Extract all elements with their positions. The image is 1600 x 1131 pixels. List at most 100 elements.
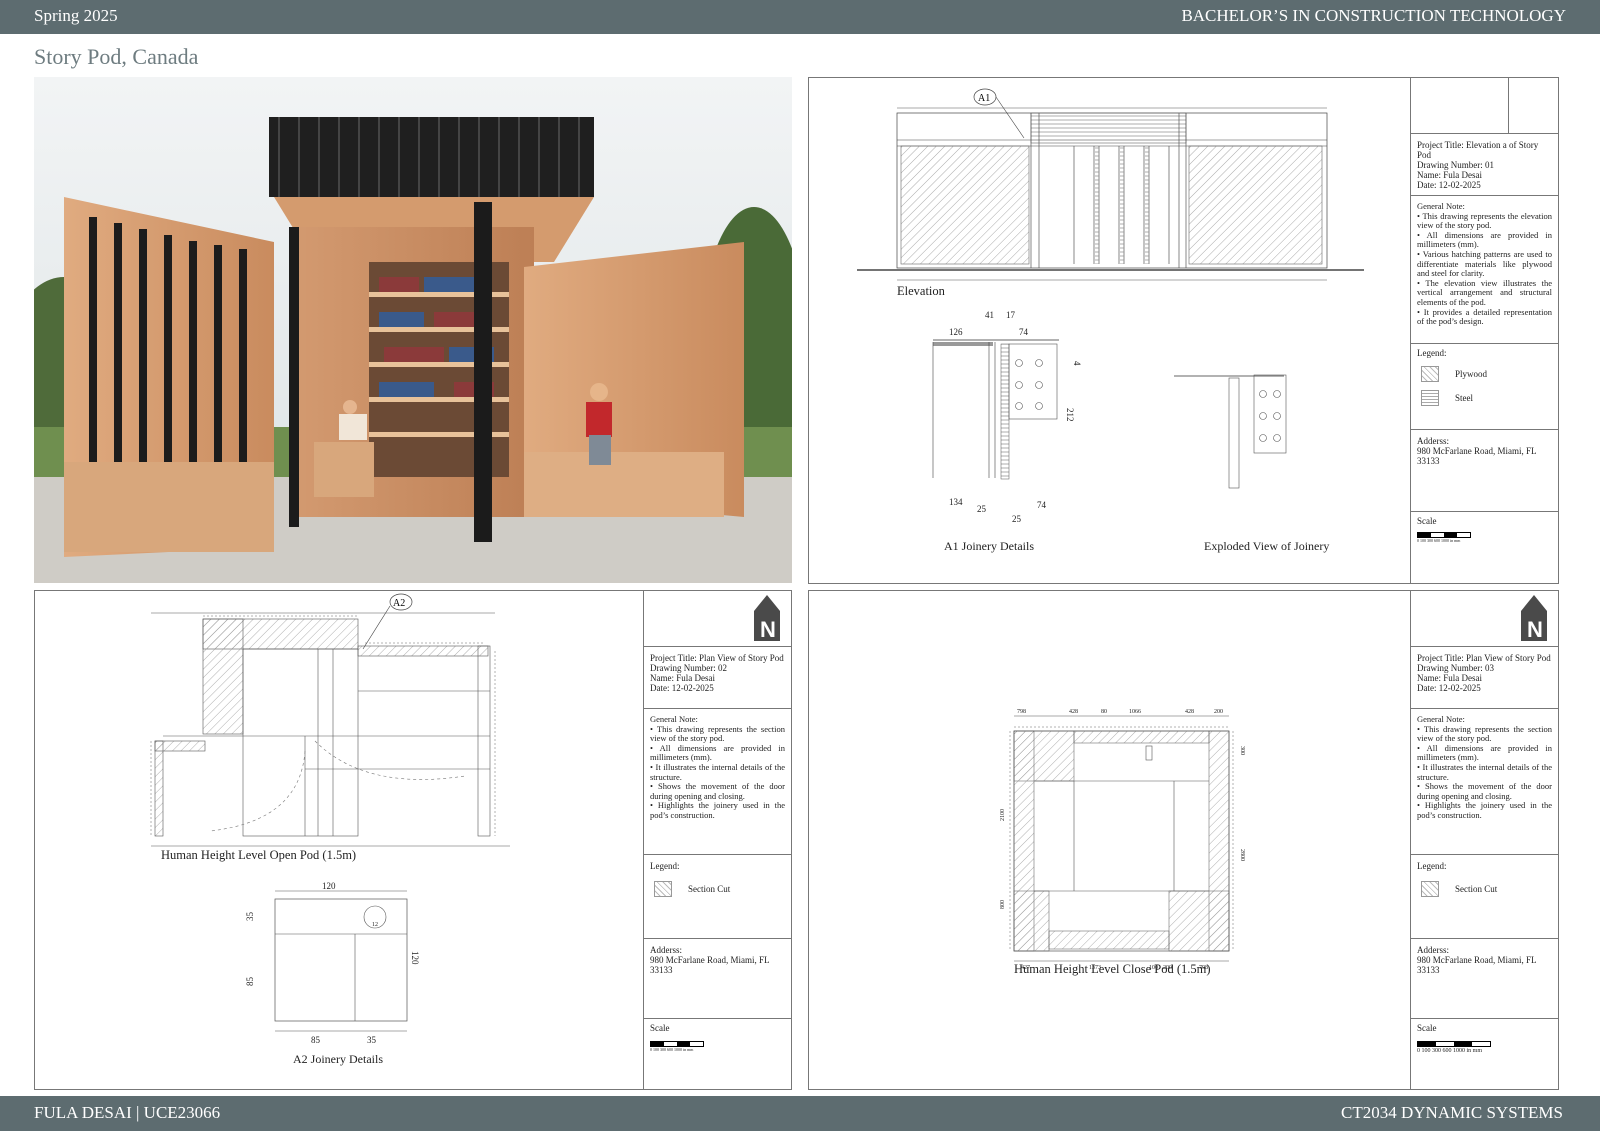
note-item: The elevation view illustrates the verti… (1417, 278, 1552, 308)
svg-text:N: N (1527, 617, 1543, 642)
scale-text: 0 100 300 600 1000 in mm (1417, 1048, 1483, 1054)
exploded-joinery-view (1174, 374, 1287, 489)
story-pod-photo (34, 77, 792, 583)
callout-a2: A2 (393, 598, 405, 609)
dim-top-1066: 1066 (1129, 709, 1141, 715)
a2-dim-35-left: 35 (245, 912, 255, 922)
address: 980 McFarlane Road, Miami, FL 33133 (1417, 955, 1537, 975)
dim-top-428-a: 428 (1069, 709, 1078, 715)
project-title: Project Title: Elevation a of Story Pod (1417, 140, 1539, 160)
address-label: Adderss: (1417, 436, 1449, 446)
address: 980 McFarlane Road, Miami, FL 33133 (650, 955, 770, 975)
student-id: FULA DESAI | UCE23066 (34, 1103, 221, 1122)
a2-dim-120-right: 120 (410, 951, 420, 965)
note-item: This drawing represents the section view… (1417, 724, 1552, 744)
dim-left-2100: 2100 (1000, 809, 1006, 821)
project-title: Project Title: Plan View of Story Pod (1417, 653, 1551, 663)
legend-section-cut: Section Cut (1455, 884, 1498, 894)
a2-dim-12: 12 (372, 922, 378, 928)
note-item: Highlights the joinery used in the pod’s… (1417, 800, 1552, 820)
note-item: All dimensions are provided in millimete… (650, 743, 785, 763)
titleblock-sheet1: Project Title: Elevation a of Story Pod … (1410, 78, 1558, 583)
address-label: Adderss: (650, 945, 682, 955)
section-cut-swatch (654, 881, 672, 897)
elevation-drawing: A1 126 41 17 74 4 212 134 25 25 74 (857, 88, 1364, 524)
titleblock-blank (1411, 78, 1558, 134)
a1-dim-4: 4 (1072, 361, 1082, 366)
note-item: Highlights the joinery used in the pod’s… (650, 800, 785, 820)
author-name: Name: Fula Desai (650, 673, 715, 683)
course-title: CT2034 DYNAMIC SYSTEMS (1341, 1103, 1563, 1122)
elevation-caption: Elevation (897, 284, 945, 298)
project-title: Project Title: Plan View of Story Pod (650, 653, 784, 663)
a1-dim-74-bottom: 74 (1037, 500, 1047, 510)
a1-dim-134: 134 (949, 497, 963, 507)
dim-top-80: 80 (1101, 709, 1107, 715)
open-pod-drawing: A2 120 35 85 120 12 85 35 (150, 593, 510, 1045)
close-pod-drawing: 798 428 80 1066 428 200 427 1373 100 200… (1000, 709, 1245, 971)
exploded-caption: Exploded View of Joinery (1204, 539, 1330, 553)
drawing-number: Drawing Number: 02 (650, 663, 727, 673)
callout-a1: A1 (978, 93, 990, 104)
scale-text: 0 100 300 600 1000 in mm (650, 1047, 694, 1052)
steel-swatch (1421, 390, 1439, 406)
legend-plywood: Plywood (1455, 369, 1488, 379)
a2-joinery-detail: 120 35 85 120 12 85 35 (245, 881, 420, 1045)
author-name: Name: Fula Desai (1417, 170, 1482, 180)
a1-dim-126: 126 (949, 327, 963, 337)
legend-section-cut: Section Cut (688, 884, 731, 894)
drawing-date: Date: 12-02-2025 (1417, 683, 1481, 693)
dim-top-798: 798 (1017, 709, 1026, 715)
a2-dim-85-bottom: 85 (311, 1035, 321, 1045)
a1-dim-25-a: 25 (977, 504, 987, 514)
story-pod-illustration (34, 77, 792, 583)
close-pod-caption: Human Height Level Close Pod (1.5m) (1014, 962, 1211, 976)
note-item: Various hatching patterns are used to di… (1417, 249, 1552, 279)
note-item: All dimensions are provided in millimete… (1417, 743, 1552, 763)
a2-caption: A2 Joinery Details (293, 1052, 383, 1066)
dim-top-428-b: 428 (1185, 709, 1194, 715)
note-item: It illustrates the internal details of t… (1417, 762, 1552, 782)
drawing-number: Drawing Number: 03 (1417, 663, 1494, 673)
open-pod-caption: Human Height Level Open Pod (1.5m) (161, 848, 357, 862)
a2-dim-120-top: 120 (322, 881, 336, 891)
north-arrow-icon: N (754, 595, 780, 642)
a2-dim-35-bottom: 35 (367, 1035, 377, 1045)
scale-label: Scale (1417, 1023, 1437, 1033)
note-item: Shows the movement of the door during op… (1417, 781, 1552, 801)
note-item: Shows the movement of the door during op… (650, 781, 785, 801)
dim-right-2800: 2800 (1239, 849, 1245, 861)
address: 980 McFarlane Road, Miami, FL 33133 (1417, 446, 1537, 466)
a1-caption: A1 Joinery Details (944, 539, 1034, 553)
north-arrow-icon: N (1521, 595, 1547, 642)
dim-top-200: 200 (1214, 709, 1223, 715)
header-band: Spring 2025 BACHELOR’S IN CONSTRUCTION T… (0, 0, 1600, 34)
a1-dim-212: 212 (1065, 408, 1075, 422)
legend-steel: Steel (1455, 393, 1473, 403)
note-item: All dimensions are provided in millimete… (1417, 230, 1552, 250)
dim-left-800: 800 (1000, 900, 1006, 909)
section-cut-swatch (1421, 881, 1439, 897)
svg-text:N: N (760, 617, 776, 642)
note-item: It provides a detailed representation of… (1417, 307, 1552, 327)
plywood-swatch (1421, 366, 1439, 382)
drawing-date: Date: 12-02-2025 (1417, 180, 1481, 190)
titleblock-sheet2: N Project Title: Plan View of Story Pod … (643, 591, 791, 1089)
address-label: Adderss: (1417, 945, 1449, 955)
a1-dim-41: 41 (985, 310, 994, 320)
note-item: This drawing represents the elevation vi… (1417, 211, 1552, 231)
drawing-number: Drawing Number: 01 (1417, 160, 1494, 170)
author-name: Name: Fula Desai (1417, 673, 1482, 683)
sheet-open-pod-plan: A2 120 35 85 120 12 85 35 Human Height L… (34, 590, 792, 1090)
a2-dim-85-left: 85 (245, 977, 255, 987)
legend-label: Legend: (1417, 348, 1447, 358)
drawing-date: Date: 12-02-2025 (650, 683, 714, 693)
scale-label: Scale (1417, 516, 1437, 526)
a1-dim-25-b: 25 (1012, 514, 1022, 524)
scale-label: Scale (650, 1023, 670, 1033)
dim-right-300: 300 (1239, 746, 1245, 755)
sheet-elevation: A1 126 41 17 74 4 212 134 25 25 74 Eleva… (808, 77, 1559, 584)
semester-label: Spring 2025 (34, 6, 118, 25)
legend-label: Legend: (1417, 861, 1447, 871)
a1-dim-74-top: 74 (1019, 327, 1029, 337)
